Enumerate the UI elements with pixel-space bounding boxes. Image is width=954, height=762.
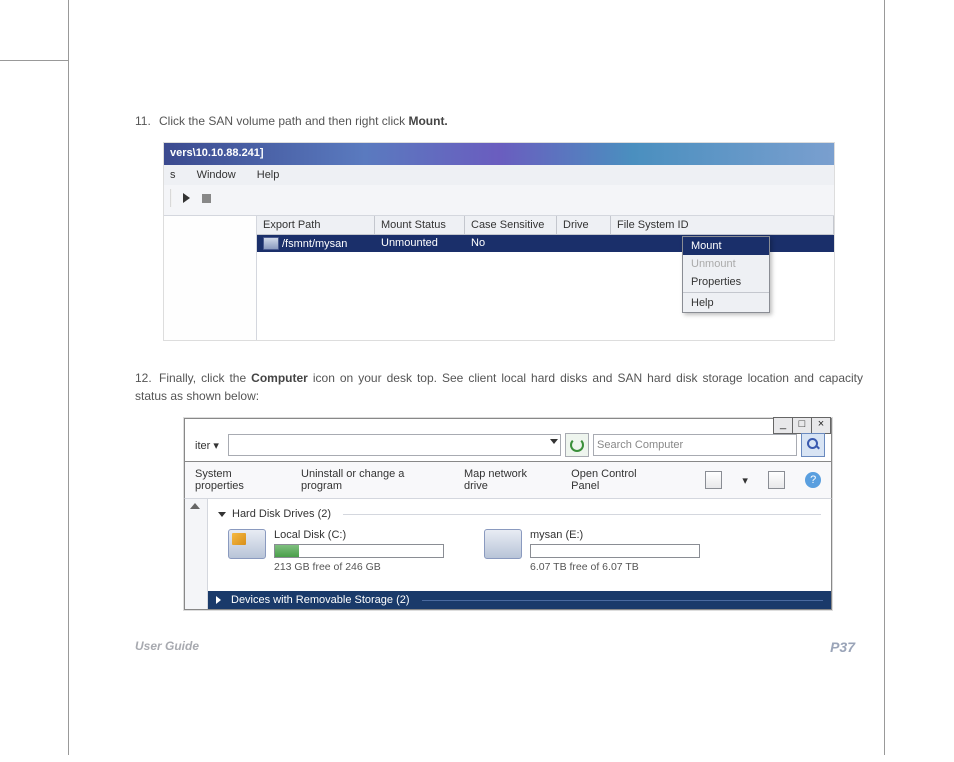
step-11: 11.Click the SAN volume path and then ri…: [135, 112, 863, 130]
drives-row: Local Disk (C:) 213 GB free of 246 GB my…: [218, 523, 821, 583]
maximize-button[interactable]: □: [792, 417, 812, 434]
drive-free-text: 213 GB free of 246 GB: [274, 561, 444, 573]
cmd-open-control-panel[interactable]: Open Control Panel: [571, 468, 665, 492]
window-controls: _ □ ×: [774, 417, 831, 434]
search-button[interactable]: [801, 433, 825, 457]
ctx-separator: [683, 292, 769, 293]
close-button[interactable]: ×: [811, 417, 831, 434]
window-titlebar: vers\10.10.88.241]: [164, 143, 834, 165]
cell-export-path: /fsmnt/mysan: [257, 235, 375, 252]
menu-item-window[interactable]: Window: [197, 169, 236, 181]
up-arrow-icon[interactable]: [190, 503, 200, 509]
footer-page-number: P37: [830, 639, 855, 655]
cell-drive: [557, 235, 611, 252]
view-options-icon[interactable]: [705, 471, 723, 489]
nav-dropdown[interactable]: iter ▾: [191, 437, 224, 454]
menu-item-help[interactable]: Help: [257, 169, 280, 181]
chevron-down-icon[interactable]: ▾: [742, 474, 748, 487]
step-text: Click the SAN volume path and then right…: [159, 114, 408, 128]
screenshot-san-mount: vers\10.10.88.241] s Window Help Export …: [163, 142, 835, 341]
step-number: 12.: [135, 369, 159, 387]
ctx-unmount: Unmount: [683, 255, 769, 273]
cell-mount-status: Unmounted: [375, 235, 465, 252]
help-icon[interactable]: ?: [805, 472, 821, 488]
stop-icon[interactable]: [202, 194, 211, 203]
collapse-icon: [218, 512, 226, 517]
chevron-down-icon: [550, 439, 558, 444]
group-line: [343, 514, 821, 515]
ctx-mount[interactable]: Mount: [683, 237, 769, 255]
step-12: 12.Finally, click the Computer icon on y…: [135, 369, 863, 405]
column-headers: Export Path Mount Status Case Sensitive …: [257, 216, 834, 235]
ctx-help[interactable]: Help: [683, 294, 769, 312]
window-chrome: _ □ ×: [184, 418, 832, 429]
cmd-map-network-drive[interactable]: Map network drive: [464, 468, 551, 492]
page-footer: User Guide P37: [135, 639, 855, 655]
capacity-bar: [274, 544, 444, 558]
step-text: Finally, click the: [159, 371, 251, 385]
main-pane: Export Path Mount Status Case Sensitive …: [257, 216, 834, 340]
search-input[interactable]: Search Computer: [593, 434, 797, 456]
nav-pane: [185, 499, 208, 609]
col-mount-status[interactable]: Mount Status: [375, 216, 465, 234]
screenshot-computer-window: _ □ × iter ▾ Search Computer System prop…: [183, 417, 833, 611]
capacity-fill: [275, 545, 299, 557]
chevron-down-icon: ▾: [213, 440, 219, 452]
expand-icon: [216, 596, 225, 604]
window-title: vers\10.10.88.241]: [170, 147, 264, 159]
drive-mysan-e[interactable]: mysan (E:) 6.07 TB free of 6.07 TB: [484, 529, 700, 573]
context-menu: Mount Unmount Properties Help: [682, 236, 770, 313]
sidebar-pane: [164, 216, 257, 340]
play-icon[interactable]: [183, 193, 190, 203]
drive-name: mysan (E:): [530, 529, 700, 541]
col-case-sensitive[interactable]: Case Sensitive: [465, 216, 557, 234]
hard-disk-icon: [228, 529, 266, 559]
step-bold: Mount.: [408, 114, 447, 128]
step-bold: Computer: [251, 371, 308, 385]
col-export-path[interactable]: Export Path: [257, 216, 375, 234]
footer-guide-label: User Guide: [135, 639, 199, 655]
page-top-rule: [0, 60, 68, 61]
toolbar: [164, 185, 834, 216]
cmd-system-properties[interactable]: System properties: [195, 468, 281, 492]
menu-bar: s Window Help: [164, 165, 834, 185]
command-bar: System properties Uninstall or change a …: [184, 462, 832, 499]
page-left-rule: [68, 0, 69, 755]
col-filesystem-id[interactable]: File System ID: [611, 216, 834, 234]
address-bar[interactable]: [228, 434, 561, 456]
menu-item[interactable]: s: [170, 169, 176, 181]
drive-free-text: 6.07 TB free of 6.07 TB: [530, 561, 700, 573]
minimize-button[interactable]: _: [773, 417, 793, 434]
page-content: 11.Click the SAN volume path and then ri…: [135, 112, 863, 639]
step-number: 11.: [135, 112, 159, 130]
refresh-button[interactable]: [565, 433, 589, 457]
hard-disk-icon: [484, 529, 522, 559]
ctx-properties[interactable]: Properties: [683, 273, 769, 291]
group-line: [422, 600, 823, 601]
content-pane: Hard Disk Drives (2) Local Disk (C:) 213…: [208, 499, 831, 609]
explorer-body: Hard Disk Drives (2) Local Disk (C:) 213…: [184, 499, 832, 610]
address-bar-row: iter ▾ Search Computer: [184, 429, 832, 462]
col-drive[interactable]: Drive: [557, 216, 611, 234]
drive-info: Local Disk (C:) 213 GB free of 246 GB: [274, 529, 444, 573]
toolbar-separator: [170, 189, 172, 207]
cmd-uninstall-program[interactable]: Uninstall or change a program: [301, 468, 444, 492]
group-hard-disks[interactable]: Hard Disk Drives (2): [218, 505, 821, 523]
drive-info: mysan (E:) 6.07 TB free of 6.07 TB: [530, 529, 700, 573]
capacity-bar: [530, 544, 700, 558]
cell-case-sensitive: No: [465, 235, 557, 252]
pane-body: Export Path Mount Status Case Sensitive …: [164, 216, 834, 340]
drive-local-c[interactable]: Local Disk (C:) 213 GB free of 246 GB: [228, 529, 444, 573]
drive-name: Local Disk (C:): [274, 529, 444, 541]
preview-pane-icon[interactable]: [768, 471, 786, 489]
disk-icon: [263, 237, 279, 250]
group-removable-storage[interactable]: Devices with Removable Storage (2): [208, 591, 831, 609]
